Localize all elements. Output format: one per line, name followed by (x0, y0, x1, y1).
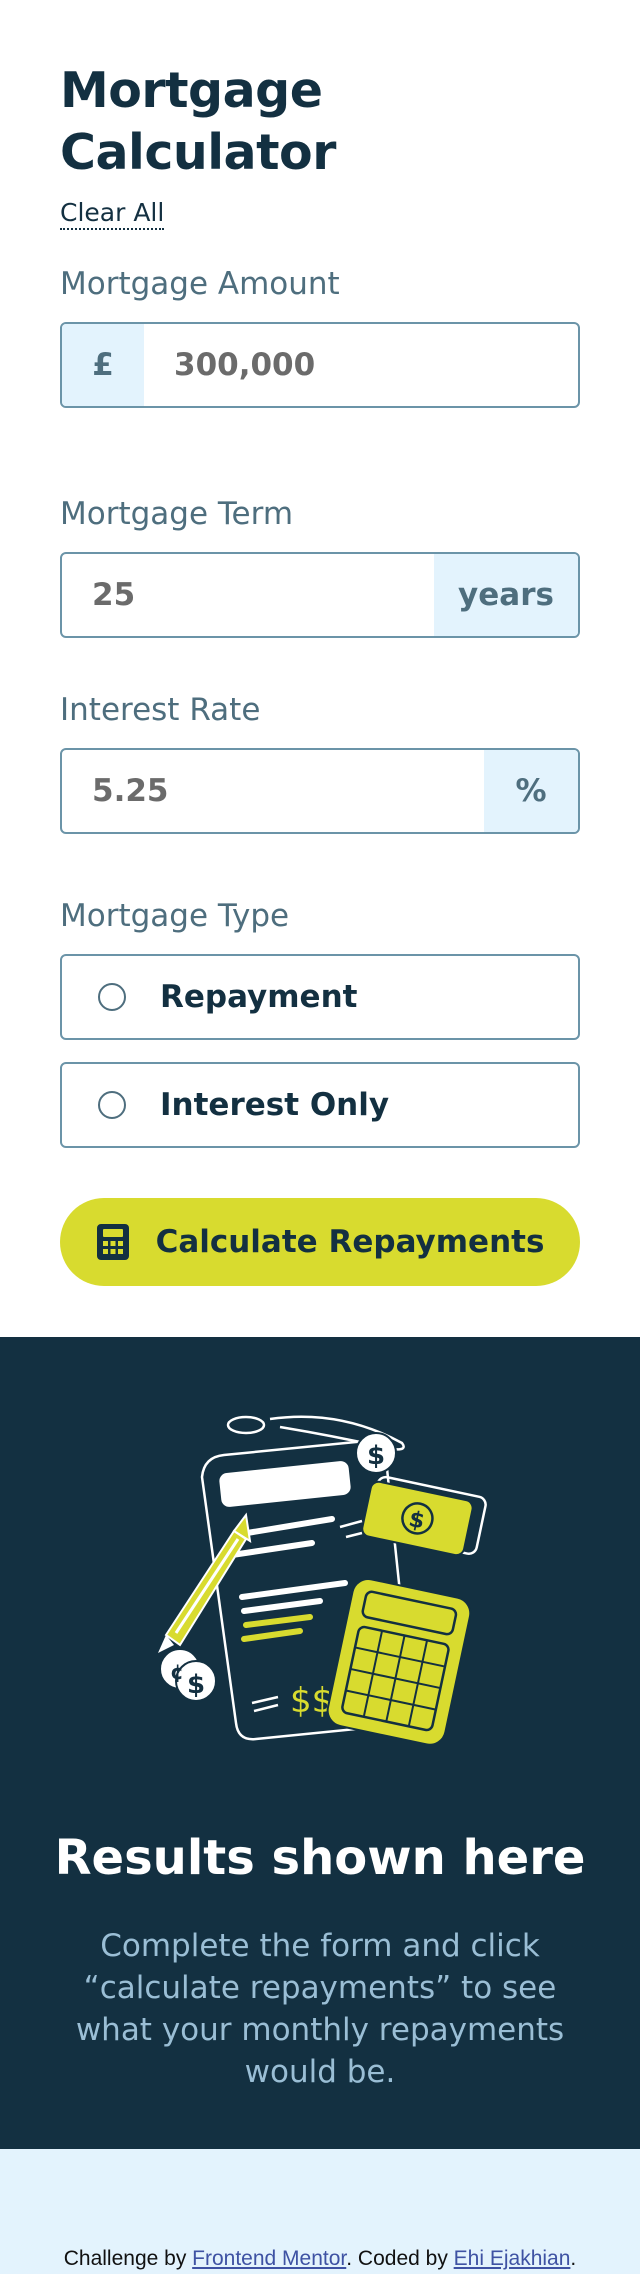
radio-interest-only-label: Interest Only (160, 1087, 390, 1123)
attribution-footer: Challenge by Frontend Mentor. Coded by E… (0, 2149, 640, 2274)
percent-suffix: % (484, 750, 578, 832)
mortgage-amount-label: Mortgage Amount (60, 266, 340, 302)
results-description: Complete the form and click “calculate r… (75, 1928, 565, 2090)
calculate-repayments-button[interactable]: Calculate Repayments (60, 1198, 580, 1286)
mortgage-amount-field: Mortgage Amount £ 300,000 (60, 264, 580, 408)
calculate-repayments-label: Calculate Repayments (155, 1224, 545, 1260)
clear-all-button[interactable]: Clear All (60, 198, 165, 230)
mortgage-amount-input[interactable]: 300,000 (144, 324, 578, 406)
attribution-suffix: . (570, 2247, 577, 2270)
frontend-mentor-link[interactable]: Frontend Mentor (192, 2247, 346, 2270)
years-suffix: years (434, 554, 578, 636)
radio-repayment[interactable]: Repayment (60, 954, 580, 1040)
interest-rate-label: Interest Rate (60, 692, 261, 728)
currency-prefix: £ (62, 324, 144, 406)
mortgage-term-label: Mortgage Term (60, 496, 294, 532)
mortgage-amount-input-group[interactable]: £ 300,000 (60, 322, 580, 408)
empty-results-illustration: $$$ $ ¢ $ $ (158, 1415, 487, 1746)
radio-interest-only[interactable]: Interest Only (60, 1062, 580, 1148)
radio-circle[interactable] (98, 983, 126, 1011)
interest-rate-input[interactable]: 5.25 (62, 750, 484, 832)
calculator-icon (96, 1223, 130, 1261)
mortgage-term-input[interactable]: 25 (62, 554, 434, 636)
radio-repayment-label: Repayment (160, 979, 358, 1015)
attribution-text: Challenge by Frontend Mentor. Coded by E… (64, 2244, 577, 2274)
mortgage-type-label: Mortgage Type (60, 898, 290, 934)
page-title: Mortgage Calculator (60, 62, 336, 181)
calculator-form: Mortgage Calculator Clear All Mortgage A… (0, 0, 640, 1337)
attribution-middle: . Coded by (346, 2247, 454, 2270)
interest-rate-input-group[interactable]: 5.25 % (60, 748, 580, 834)
author-link[interactable]: Ehi Ejakhian (454, 2247, 571, 2270)
results-title: Results shown here (54, 1830, 586, 1886)
svg-text:$: $ (187, 1670, 205, 1700)
interest-rate-field: Interest Rate 5.25 % (60, 690, 580, 834)
attribution-prefix: Challenge by (63, 2247, 193, 2270)
mortgage-term-input-group[interactable]: 25 years (60, 552, 580, 638)
svg-text:$: $ (367, 1441, 385, 1471)
radio-circle[interactable] (98, 1091, 126, 1119)
svg-text:¢: ¢ (170, 1660, 184, 1684)
mortgage-term-field: Mortgage Term 25 years (60, 494, 580, 638)
results-panel: $$$ $ ¢ $ $ Results shown here Complete … (0, 1337, 640, 2149)
